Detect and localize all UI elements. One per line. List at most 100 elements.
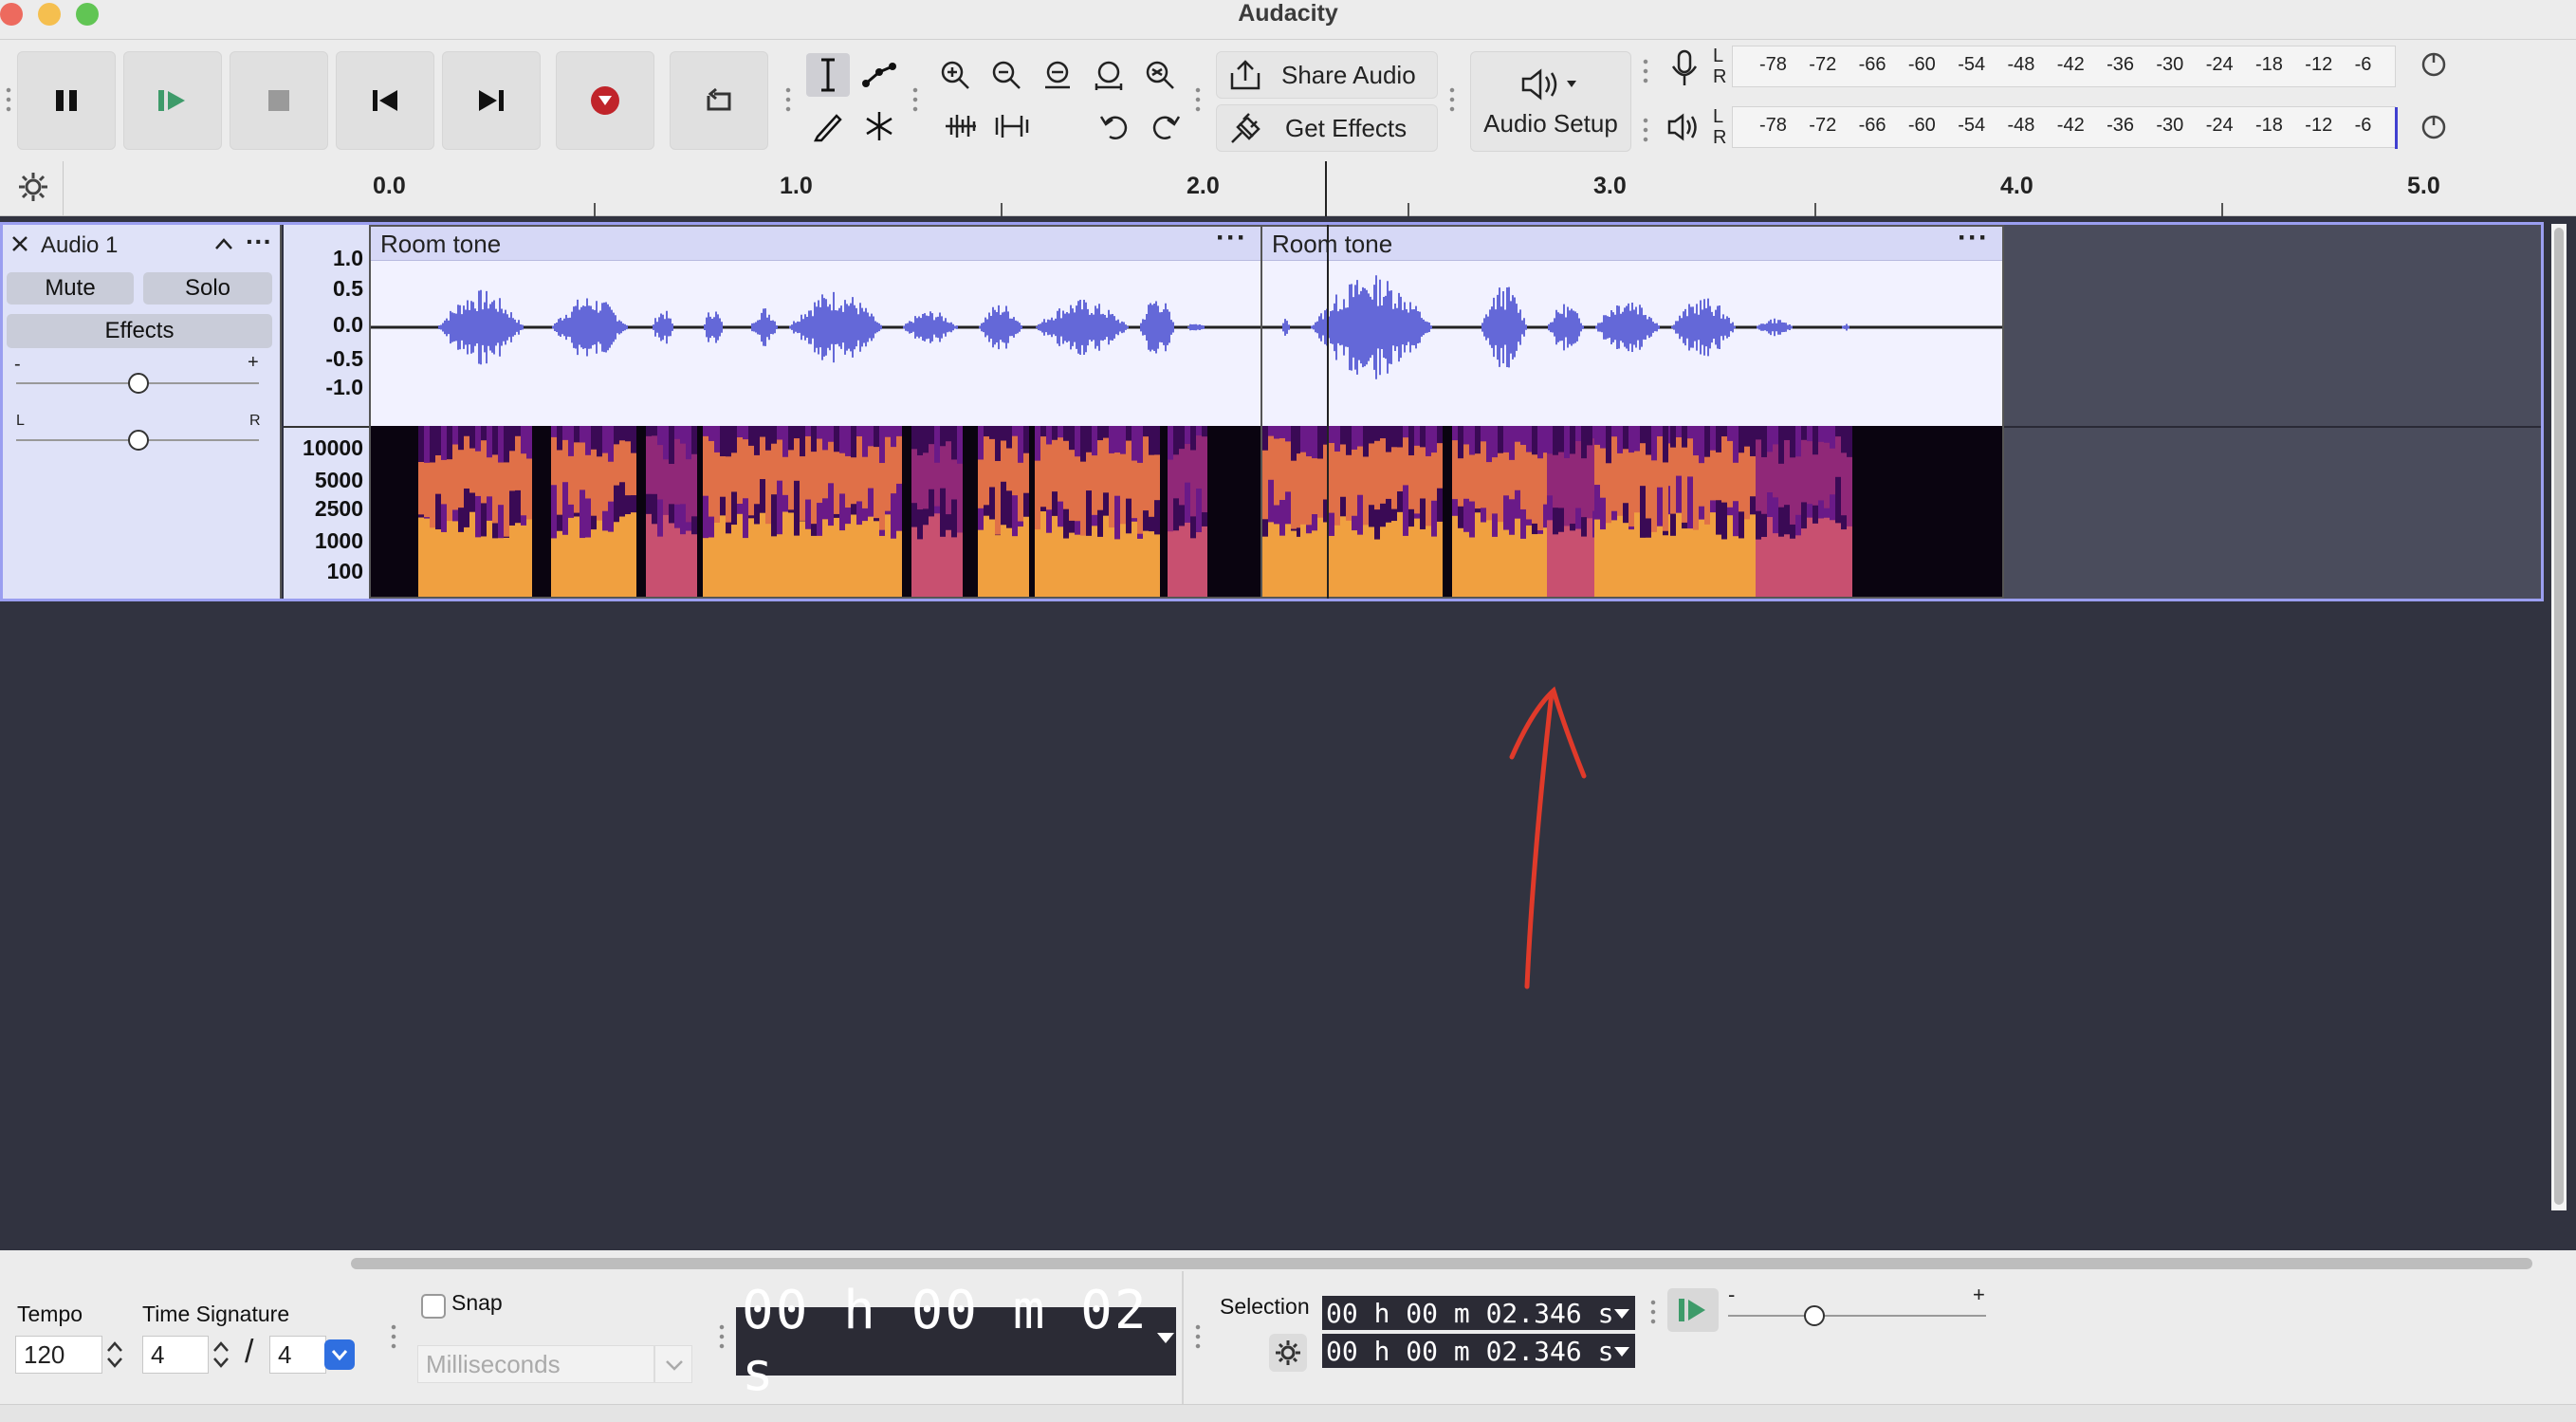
time-sig-numerator-input[interactable]: 4 <box>142 1336 209 1374</box>
playback-meter-scale: -78 -72 -66 -60 -54 -48 -42 -36 -30 -24 -18 -12 -6 <box>1733 107 2397 149</box>
toolbar-grip[interactable] <box>389 1322 398 1351</box>
playback-meter[interactable]: -78 -72 -66 -60 -54 -48 -42 -36 -30 -24 -18 -12 -6 <box>1732 106 2398 149</box>
audio-setup-button[interactable]: Audio Setup <box>1470 51 1631 152</box>
playhead-cursor[interactable] <box>1325 161 1327 216</box>
meter-tick-label: -24 <box>2205 54 2234 75</box>
meter-tick-label: -60 <box>1907 115 1936 136</box>
close-track-icon[interactable] <box>10 234 29 258</box>
toolbar-grip[interactable] <box>783 85 793 114</box>
draw-tool[interactable] <box>806 104 850 148</box>
spec-scale-label: 2500 <box>314 496 363 521</box>
track-control-panel[interactable]: Audio 1 ··· Mute Solo Effects - + L R <box>3 225 282 599</box>
fit-project-button[interactable] <box>1087 53 1131 97</box>
selection-start-time[interactable]: 00 h 00 m 02.346 s <box>1322 1296 1635 1330</box>
meter-tick-label: -54 <box>1958 115 1986 136</box>
collapse-track-chevron-icon[interactable] <box>213 236 234 256</box>
audio-clip[interactable]: Room tone ··· <box>1260 222 2004 625</box>
clip-spectrogram[interactable] <box>1262 426 2002 625</box>
record-button[interactable] <box>556 51 654 150</box>
effects-button[interactable]: Effects <box>7 314 272 348</box>
clip-spectrogram[interactable] <box>371 426 1260 625</box>
meter-tick-label: -36 <box>2107 115 2134 136</box>
stop-button[interactable] <box>230 51 328 150</box>
toolbar-grip[interactable] <box>1447 85 1457 114</box>
share-audio-button[interactable]: Share Audio <box>1216 51 1438 99</box>
vertical-scrollbar[interactable] <box>2551 224 2567 1210</box>
skip-to-end-button[interactable] <box>442 51 541 150</box>
time-display-dropdown-icon[interactable] <box>1155 1330 1176 1350</box>
denominator-dropdown-chevron-icon[interactable] <box>324 1339 355 1370</box>
toolbar-grip[interactable] <box>717 1322 727 1351</box>
playback-speed-slider-track[interactable] <box>1728 1315 1986 1317</box>
zoom-toggle-button[interactable] <box>1138 53 1182 97</box>
audio-track[interactable]: Audio 1 ··· Mute Solo Effects - + L R 1.… <box>0 222 2544 625</box>
redo-button[interactable] <box>1144 104 1187 148</box>
get-effects-button[interactable]: Get Effects <box>1216 104 1438 152</box>
toolbar-grip[interactable] <box>1641 57 1650 85</box>
playback-speed-slider-handle[interactable] <box>1804 1305 1825 1326</box>
mic-icon[interactable] <box>1665 47 1703 94</box>
clip-waveform[interactable] <box>371 261 1260 426</box>
record-meter[interactable]: -78 -72 -66 -60 -54 -48 -42 -36 -30 -24 -18 -12 -6 <box>1732 46 2396 87</box>
hscroll-bar[interactable] <box>0 1250 2576 1271</box>
skip-to-start-button[interactable] <box>336 51 434 150</box>
horizontal-scrollbar-thumb[interactable] <box>351 1258 2532 1269</box>
toolbar-grip[interactable] <box>1641 116 1650 144</box>
solo-button[interactable]: Solo <box>143 272 272 305</box>
record-level-knob[interactable] <box>2419 49 2449 84</box>
loop-button[interactable] <box>670 51 768 150</box>
selection-end-dropdown-icon[interactable] <box>1612 1345 1631 1363</box>
clip-header[interactable]: Room tone ··· <box>1262 222 2002 261</box>
undo-button[interactable] <box>1093 104 1136 148</box>
channel-l-label: L <box>1713 46 1724 66</box>
track-menu-icon[interactable]: ··· <box>246 227 272 257</box>
play-button[interactable] <box>123 51 222 150</box>
snap-checkbox[interactable] <box>421 1294 446 1319</box>
meter-tick-label: -72 <box>1809 54 1837 75</box>
time-sig-denominator-select[interactable]: 4 <box>269 1336 326 1374</box>
trim-audio-button[interactable] <box>939 104 983 148</box>
zoom-in-button[interactable] <box>933 53 977 97</box>
clip-menu-icon[interactable]: ··· <box>1216 221 1247 255</box>
clip-waveform[interactable] <box>1262 261 2002 426</box>
vertical-scale[interactable]: 1.0 0.5 0.0 -0.5 -1.0 10000 5000 2500 1000 100 <box>284 225 371 599</box>
zoom-out-button[interactable] <box>984 53 1028 97</box>
mute-button[interactable]: Mute <box>7 272 134 305</box>
track-name[interactable]: Audio 1 <box>41 232 118 259</box>
silence-audio-button[interactable] <box>990 104 1034 148</box>
record-meter-channels: L R <box>1713 46 1726 87</box>
envelope-tool[interactable] <box>857 53 901 97</box>
audio-setup-label: Audio Setup <box>1483 108 1618 138</box>
selection-end-time[interactable]: 00 h 00 m 02.346 s <box>1322 1334 1635 1368</box>
selection-tool[interactable] <box>806 53 850 97</box>
toolbar-grip[interactable] <box>1193 1322 1203 1351</box>
selection-start-dropdown-icon[interactable] <box>1612 1307 1631 1325</box>
toolbar-grip[interactable] <box>911 85 920 114</box>
toolbar-grip[interactable] <box>1648 1298 1658 1326</box>
time-display[interactable]: 00 h 00 m 02 s <box>736 1280 1176 1403</box>
tempo-input[interactable]: 120 <box>15 1336 102 1374</box>
snap-dropdown-chevron-icon[interactable] <box>654 1345 692 1383</box>
audio-clip[interactable]: Room tone ··· <box>369 222 1262 625</box>
toolbar-grip[interactable] <box>4 85 13 114</box>
play-at-speed-button[interactable] <box>1667 1288 1719 1332</box>
tempo-stepper[interactable] <box>102 1336 127 1374</box>
snap-unit-select[interactable]: Milliseconds <box>417 1345 654 1383</box>
fit-selection-button[interactable] <box>1036 53 1079 97</box>
selection-settings-gear-icon[interactable] <box>1269 1334 1307 1372</box>
ruler-label: 1.0 <box>780 173 813 199</box>
playback-speaker-icon[interactable] <box>1665 108 1703 151</box>
empty-track-area[interactable] <box>2004 225 2541 599</box>
timeline-ruler[interactable]: 0.0 1.0 2.0 3.0 4.0 5.0 <box>0 161 2576 216</box>
gain-slider-handle[interactable] <box>128 373 149 394</box>
toolbar-grip[interactable] <box>1193 85 1203 114</box>
clip-menu-icon[interactable]: ··· <box>1958 221 1989 255</box>
multi-tool[interactable] <box>857 104 901 148</box>
pause-button[interactable] <box>17 51 116 150</box>
pan-slider-handle[interactable] <box>128 430 149 451</box>
track-area[interactable]: Audio 1 ··· Mute Solo Effects - + L R 1.… <box>0 216 2576 1250</box>
clip-header[interactable]: Room tone ··· <box>371 222 1260 261</box>
playback-level-knob[interactable] <box>2419 112 2449 147</box>
vertical-scrollbar-thumb[interactable] <box>2554 228 2564 1205</box>
numerator-stepper[interactable] <box>209 1336 233 1374</box>
